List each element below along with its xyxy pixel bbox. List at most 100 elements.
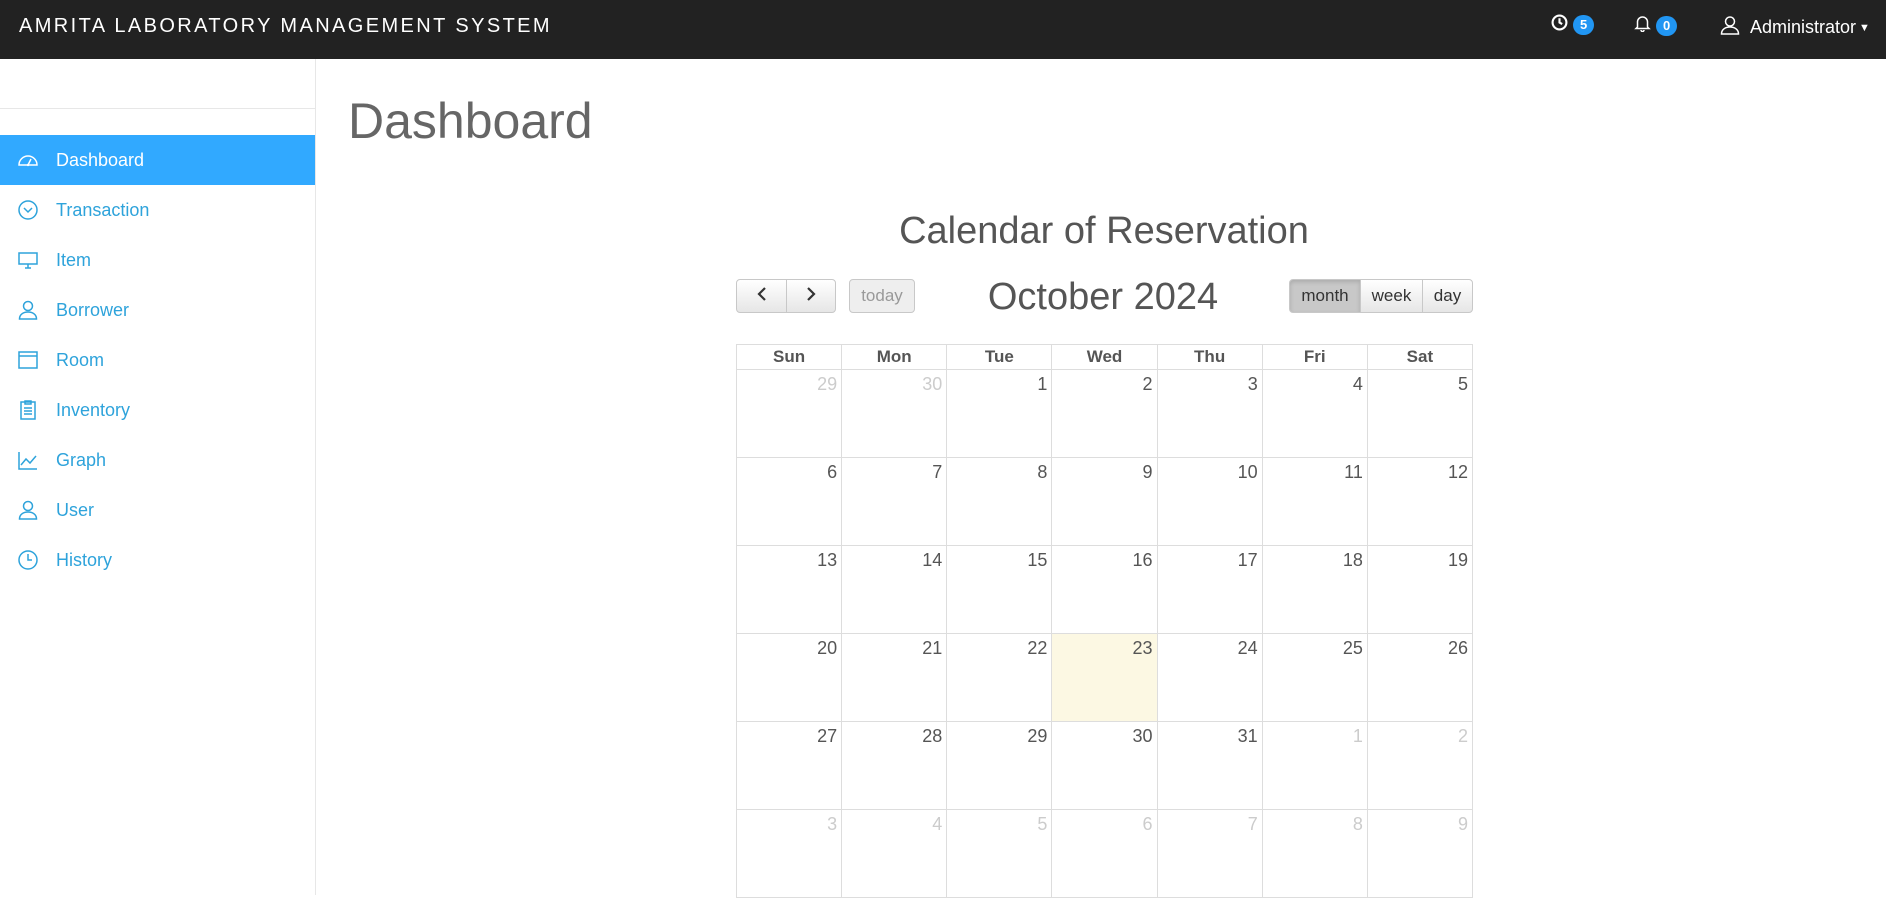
calendar-title: Calendar of Reservation xyxy=(899,210,1309,252)
clock-badge: 5 xyxy=(1573,15,1595,35)
view-day-button[interactable]: day xyxy=(1422,279,1473,313)
calendar-grid: Sun Mon Tue Wed Thu Fri Sat 29 30 1 2 3 4 5 6 7 8… xyxy=(736,344,1473,898)
day-number: 6 xyxy=(827,462,838,482)
sidebar-item-history[interactable]: History xyxy=(0,535,315,585)
day-number: 18 xyxy=(1342,550,1363,570)
weekday-label: Sat xyxy=(1406,347,1434,366)
day-number: 7 xyxy=(1247,814,1258,834)
user-icon xyxy=(0,499,56,521)
calendar-day-cell[interactable]: 10 xyxy=(1157,458,1263,546)
calendar-day-cell[interactable]: 6 xyxy=(737,458,843,546)
calendar-day-cell-today[interactable]: 23 xyxy=(1052,634,1158,722)
notifications-indicator[interactable]: 0 xyxy=(1634,14,1678,37)
calendar-day-cell[interactable]: 28 xyxy=(842,722,948,810)
calendar-day-cell[interactable]: 11 xyxy=(1262,458,1368,546)
sidebar-item-label: Dashboard xyxy=(56,149,145,170)
calendar-day-cell[interactable]: 4 xyxy=(842,810,948,898)
calendar-day-cell[interactable]: 27 xyxy=(737,722,843,810)
calendar-day-cell[interactable]: 6 xyxy=(1052,810,1158,898)
app-title[interactable]: AMRITA LABORATORY MANAGEMENT SYSTEM xyxy=(19,15,552,38)
day-number: 3 xyxy=(827,814,838,834)
calendar-day-cell[interactable]: 29 xyxy=(737,370,843,458)
sidebar-item-room[interactable]: Room xyxy=(0,335,315,385)
day-number: 8 xyxy=(1352,814,1363,834)
calendar-day-cell[interactable]: 2 xyxy=(1367,722,1473,810)
calendar-day-cell[interactable]: 20 xyxy=(737,634,843,722)
view-week-button[interactable]: week xyxy=(1360,279,1423,313)
sidebar-item-label: Transaction xyxy=(56,199,150,220)
calendar-day-cell[interactable]: 24 xyxy=(1157,634,1263,722)
sidebar-item-transaction[interactable]: Transaction xyxy=(0,185,315,235)
day-number: 6 xyxy=(1142,814,1153,834)
clipboard-icon xyxy=(0,399,56,421)
calendar-day-cell[interactable]: 2 xyxy=(1052,370,1158,458)
day-number: 27 xyxy=(817,726,838,746)
calendar-day-cell[interactable]: 1 xyxy=(1262,722,1368,810)
calendar-day-cell[interactable]: 1 xyxy=(947,370,1053,458)
user-menu[interactable]: Administrator ▼ xyxy=(1720,15,1870,40)
view-month-button[interactable]: month xyxy=(1289,279,1361,313)
calendar-day-cell[interactable]: 3 xyxy=(1157,370,1263,458)
day-number: 22 xyxy=(1027,638,1048,658)
calendar-day-cell[interactable]: 21 xyxy=(842,634,948,722)
sidebar: Dashboard Transaction Item Borrower Room… xyxy=(0,59,316,895)
user-icon xyxy=(1720,15,1740,40)
sidebar-item-dashboard[interactable]: Dashboard xyxy=(0,135,315,185)
calendar-body: 29 30 1 2 3 4 5 6 7 8 9 10 11 12 13 14 15 16 17 18 19 20 21 22 2… xyxy=(736,370,1473,898)
calendar-day-cell[interactable]: 7 xyxy=(1157,810,1263,898)
calendar-day-cell[interactable]: 22 xyxy=(947,634,1053,722)
day-number: 8 xyxy=(1037,462,1048,482)
sidebar-item-label: User xyxy=(56,499,95,520)
sidebar-item-user[interactable]: User xyxy=(0,485,315,535)
day-number: 29 xyxy=(1027,726,1048,746)
page-title: Dashboard xyxy=(348,93,593,149)
day-number: 14 xyxy=(922,550,943,570)
calendar-day-cell[interactable]: 30 xyxy=(1052,722,1158,810)
calendar-day-cell[interactable]: 9 xyxy=(1052,458,1158,546)
bell-badge: 0 xyxy=(1656,15,1678,36)
top-navbar: AMRITA LABORATORY MANAGEMENT SYSTEM 5 0 … xyxy=(0,0,1886,59)
calendar-day-cell[interactable]: 29 xyxy=(947,722,1053,810)
day-number: 9 xyxy=(1142,462,1153,482)
weekday-label: Sun xyxy=(737,345,843,369)
calendar-day-cell[interactable]: 4 xyxy=(1262,370,1368,458)
calendar-day-cell[interactable]: 9 xyxy=(1367,810,1473,898)
next-month-button[interactable] xyxy=(786,279,836,313)
calendar-day-cell[interactable]: 7 xyxy=(842,458,948,546)
calendar-day-cell[interactable]: 13 xyxy=(737,546,843,634)
sidebar-header xyxy=(0,59,315,109)
sidebar-item-inventory[interactable]: Inventory xyxy=(0,385,315,435)
calendar-day-cell[interactable]: 5 xyxy=(947,810,1053,898)
calendar-day-cell[interactable]: 30 xyxy=(842,370,948,458)
calendar-day-cell[interactable]: 26 xyxy=(1367,634,1473,722)
calendar-day-cell[interactable]: 17 xyxy=(1157,546,1263,634)
reservations-indicator[interactable]: 5 xyxy=(1551,14,1595,36)
calendar-day-cell[interactable]: 8 xyxy=(1262,810,1368,898)
sidebar-item-borrower[interactable]: Borrower xyxy=(0,285,315,335)
calendar-day-cell[interactable]: 16 xyxy=(1052,546,1158,634)
day-number: 4 xyxy=(932,814,943,834)
calendar-day-cell[interactable]: 31 xyxy=(1157,722,1263,810)
month-title: October 2024 xyxy=(987,276,1219,318)
day-number: 15 xyxy=(1027,550,1048,570)
sidebar-item-label: Item xyxy=(56,249,92,270)
calendar-day-cell[interactable]: 19 xyxy=(1367,546,1473,634)
calendar-day-cell[interactable]: 5 xyxy=(1367,370,1473,458)
user-menu-label: Administrator xyxy=(1750,17,1857,37)
day-number: 23 xyxy=(1132,638,1153,658)
calendar-day-cell[interactable]: 8 xyxy=(947,458,1053,546)
sidebar-item-graph[interactable]: Graph xyxy=(0,435,315,485)
prev-month-button[interactable] xyxy=(736,279,787,313)
calendar-day-cell[interactable]: 25 xyxy=(1262,634,1368,722)
calendar-day-cell[interactable]: 12 xyxy=(1367,458,1473,546)
sidebar-item-item[interactable]: Item xyxy=(0,235,315,285)
calendar-day-cell[interactable]: 14 xyxy=(842,546,948,634)
calendar-day-cell[interactable]: 15 xyxy=(947,546,1053,634)
sidebar-item-label: Graph xyxy=(56,449,107,470)
calendar-week-row: 3 4 5 6 7 8 9 xyxy=(736,810,1473,898)
calendar-day-cell[interactable]: 18 xyxy=(1262,546,1368,634)
calendar-week-row: 13 14 15 16 17 18 19 xyxy=(736,546,1473,634)
calendar-day-cell[interactable]: 3 xyxy=(737,810,843,898)
today-button[interactable]: today xyxy=(849,279,915,313)
caret-down-icon: ▼ xyxy=(1859,21,1870,34)
